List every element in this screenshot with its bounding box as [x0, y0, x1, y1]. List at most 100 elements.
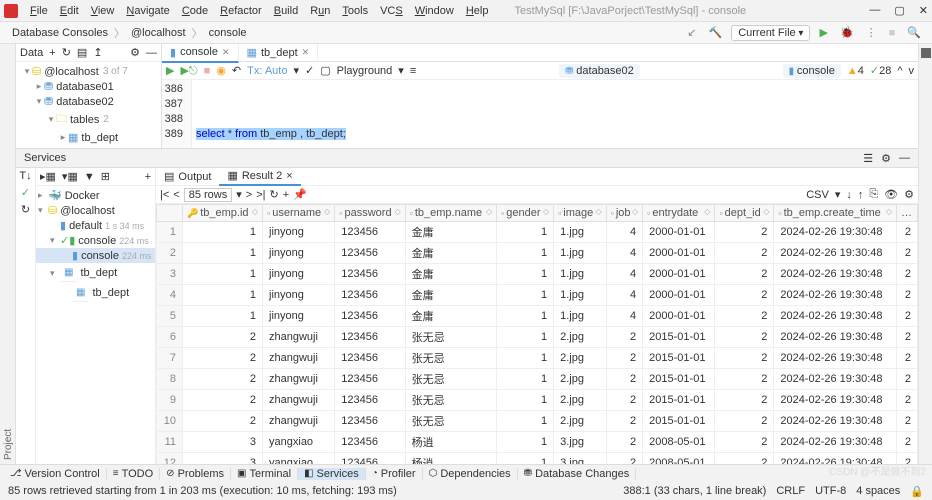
cursor-pos[interactable]: 388:1 (33 chars, 1 line break): [623, 485, 766, 498]
menu-help[interactable]: Help: [460, 5, 495, 17]
close-tab-icon[interactable]: ✕: [222, 47, 230, 58]
refresh-icon[interactable]: ↻: [62, 46, 71, 59]
add-icon[interactable]: +: [145, 171, 151, 183]
menu-window[interactable]: Window: [409, 5, 460, 17]
menu-tools[interactable]: Tools: [336, 5, 374, 17]
settings-icon[interactable]: ⚙: [130, 46, 140, 59]
expand-icon[interactable]: ▸▦: [40, 170, 56, 183]
code-editor[interactable]: 386387388389 select * from tb_emp , tb_d…: [162, 80, 918, 148]
crumb-consoles[interactable]: Database Consoles: [8, 27, 112, 39]
filter-icon[interactable]: ▼: [84, 171, 95, 183]
col-tb_emp.id[interactable]: 🔑tb_emp.id◇: [183, 205, 263, 222]
col-image[interactable]: ▫image◇: [554, 205, 607, 222]
stop-icon[interactable]: ■: [886, 27, 899, 39]
prev-icon[interactable]: <: [173, 189, 179, 201]
table-row[interactable]: 113yangxiao123456杨逍13.jpg22008-05-012202…: [157, 432, 918, 453]
table-row[interactable]: 31jinyong123456金庸11.jpg42000-01-0122024-…: [157, 264, 918, 285]
table-row[interactable]: 51jinyong123456金庸11.jpg42000-01-0122024-…: [157, 306, 918, 327]
problems-tab[interactable]: ⊘Problems: [160, 468, 231, 480]
rollback-icon[interactable]: ↶: [232, 64, 241, 77]
add-row-icon[interactable]: +: [283, 189, 289, 201]
services-tab[interactable]: ◧Services: [298, 468, 366, 480]
import-icon[interactable]: ↑: [858, 189, 864, 201]
add-icon[interactable]: +: [49, 47, 55, 59]
export-icon[interactable]: ↓: [846, 189, 852, 201]
rerun-icon[interactable]: ↻: [21, 203, 30, 216]
terminal-tab[interactable]: ▣Terminal: [231, 468, 298, 480]
reload-icon[interactable]: ↻: [270, 188, 279, 201]
copy-icon[interactable]: ▢: [320, 64, 330, 77]
last-icon[interactable]: >|: [256, 189, 265, 201]
hide-icon[interactable]: —: [899, 152, 910, 165]
menu-code[interactable]: Code: [176, 5, 214, 17]
maximize-icon[interactable]: ▢: [894, 4, 904, 17]
version-control-tab[interactable]: ⎇Version Control: [4, 468, 107, 480]
dump-icon[interactable]: ⎘: [869, 188, 878, 201]
view-icon[interactable]: 👁: [884, 188, 898, 201]
profiler-tab[interactable]: ◔Profiler: [366, 468, 423, 480]
check-icon[interactable]: ✓: [305, 64, 314, 77]
execute-explain-icon[interactable]: ▶⎋: [180, 64, 197, 78]
col-username[interactable]: ▫username◇: [263, 205, 335, 222]
col-tb_emp.create_time[interactable]: ▫tb_emp.create_time◇: [774, 205, 897, 222]
col-password[interactable]: ▫password◇: [335, 205, 405, 222]
debug-icon[interactable]: 🐞: [837, 26, 857, 39]
select-view-icon[interactable]: ☰: [863, 152, 873, 165]
tab-tbdept[interactable]: ▦tb_dept✕: [239, 44, 319, 61]
dependencies-tab[interactable]: ⬡Dependencies: [423, 468, 518, 480]
table-row[interactable]: 92zhangwuji123456张无忌12.jpg22015-01-01220…: [157, 390, 918, 411]
table-row[interactable]: 123yangxiao123456杨逍13.jpg22008-05-012202…: [157, 453, 918, 465]
readonly-icon[interactable]: 🔒: [910, 485, 924, 498]
indent[interactable]: 4 spaces: [856, 485, 900, 498]
close-icon[interactable]: ✕: [919, 4, 928, 17]
col-entrydate[interactable]: ▫entrydate◇: [643, 205, 715, 222]
menu-edit[interactable]: Edit: [54, 5, 85, 17]
menu-file[interactable]: File: [24, 5, 54, 17]
crumb-console[interactable]: console: [205, 27, 251, 39]
stop-icon[interactable]: ■: [204, 65, 211, 77]
minimize-icon[interactable]: —: [869, 4, 880, 17]
table-row[interactable]: 11jinyong123456金庸11.jpg42000-01-0122024-…: [157, 222, 918, 243]
collapse-icon[interactable]: ▾▦: [62, 170, 78, 183]
db-tree[interactable]: ▾⛁@localhost3 of 7 ▸⛃database01 ▾⛃databa…: [16, 62, 161, 148]
settings-icon[interactable]: ⚙: [881, 152, 891, 165]
dbchanges-tab[interactable]: ⛃Database Changes: [518, 468, 637, 480]
result-grid[interactable]: 🔑tb_emp.id◇▫username◇▫password◇▫tb_emp.n…: [156, 204, 918, 464]
console-badge[interactable]: ▮ console: [783, 64, 841, 78]
pin-icon[interactable]: 📌: [293, 188, 307, 201]
next-icon[interactable]: >: [246, 189, 252, 201]
todo-tab[interactable]: ≡TODO: [107, 468, 160, 480]
table-row[interactable]: 82zhangwuji123456张无忌12.jpg22015-01-01220…: [157, 369, 918, 390]
services-tree[interactable]: ▸🐳Docker ▾⛁@localhost ▮default1 s 34 ms …: [36, 186, 155, 464]
table-row[interactable]: 41jinyong123456金庸11.jpg42000-01-0122024-…: [157, 285, 918, 306]
encoding[interactable]: UTF-8: [815, 485, 846, 498]
rows-count[interactable]: 85 rows: [184, 188, 233, 202]
output-tab[interactable]: ▤ Output: [156, 168, 219, 185]
search-icon[interactable]: 🔍: [904, 26, 924, 39]
table-row[interactable]: 102zhangwuji123456张无忌12.jpg22015-01-0122…: [157, 411, 918, 432]
menu-navigate[interactable]: Navigate: [120, 5, 175, 17]
menu-refactor[interactable]: Refactor: [214, 5, 268, 17]
schema-badge[interactable]: ⛃ database02: [559, 64, 640, 78]
maven-icon[interactable]: [921, 48, 931, 58]
col-tb_emp.name[interactable]: ▫tb_emp.name◇: [405, 205, 496, 222]
hammer-icon[interactable]: 🔨: [705, 26, 725, 39]
menu-run[interactable]: Run: [304, 5, 336, 17]
ok-icon[interactable]: ✓: [21, 186, 30, 199]
csv-select[interactable]: CSV: [806, 189, 829, 201]
commit-icon[interactable]: ◉: [216, 64, 226, 77]
up-icon[interactable]: ↥: [93, 46, 102, 59]
menu-vcs[interactable]: VCS: [374, 5, 409, 17]
menu-view[interactable]: View: [85, 5, 121, 17]
col-job[interactable]: ▫job◇: [606, 205, 643, 222]
settings-icon[interactable]: ≡: [410, 65, 416, 77]
table-row[interactable]: 62zhangwuji123456张无忌12.jpg22015-01-01220…: [157, 327, 918, 348]
filter-icon[interactable]: ▤: [77, 46, 87, 59]
tx-icon[interactable]: T↓: [19, 170, 31, 182]
col-dept_id[interactable]: ▫dept_id◇: [715, 205, 774, 222]
more-run-icon[interactable]: ⋮: [863, 26, 880, 39]
run-config-select[interactable]: Current File ▾: [731, 25, 810, 41]
col-gender[interactable]: ▫gender◇: [497, 205, 554, 222]
execute-icon[interactable]: ▶: [166, 64, 174, 77]
tab-console[interactable]: ▮console✕: [162, 44, 239, 63]
